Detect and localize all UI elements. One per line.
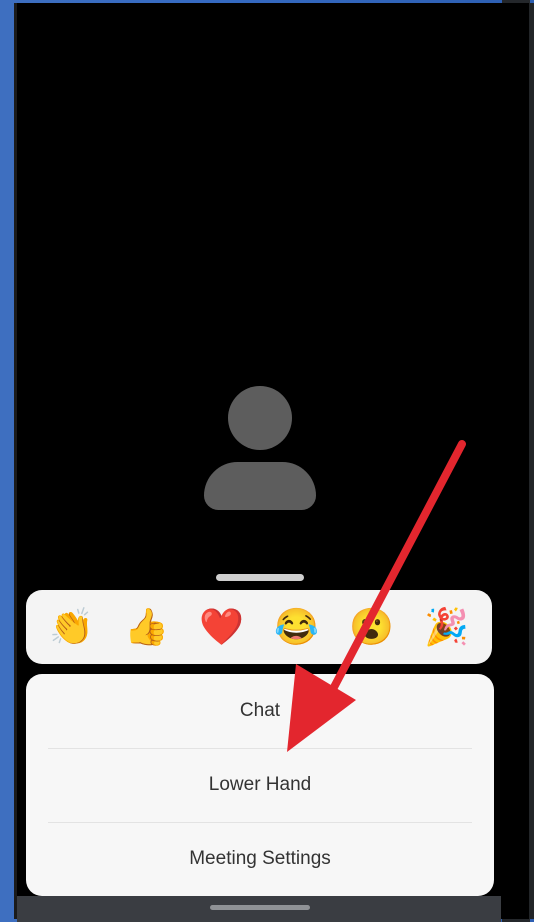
- reaction-bar: 👏 👍 ❤️ 😂 😮 🎉: [26, 590, 492, 664]
- tears-of-joy-reaction-button[interactable]: 😂: [270, 600, 324, 654]
- sheet-drag-handle[interactable]: [216, 574, 304, 581]
- avatar-head: [228, 386, 292, 450]
- lower-hand-label: Lower Hand: [208, 774, 312, 795]
- thumbs-up-reaction-button[interactable]: 👍: [120, 600, 174, 654]
- tears-of-joy-icon: 😂: [274, 606, 319, 647]
- surprised-reaction-button[interactable]: 😮: [345, 600, 399, 654]
- thumbs-up-icon: 👍: [124, 606, 169, 647]
- heart-icon: ❤️: [199, 606, 244, 647]
- meeting-settings-label: Meeting Settings: [189, 848, 331, 869]
- heart-reaction-button[interactable]: ❤️: [195, 600, 249, 654]
- avatar-body: [204, 462, 316, 510]
- more-options-menu: Chat Lower Hand Meeting Settings: [26, 674, 494, 896]
- chat-label: Chat: [239, 700, 281, 721]
- meeting-settings-menu-item[interactable]: Meeting Settings: [26, 822, 494, 896]
- chat-menu-item[interactable]: Chat: [26, 674, 494, 748]
- clap-reaction-button[interactable]: 👏: [45, 600, 99, 654]
- lower-hand-menu-item[interactable]: Lower Hand: [26, 748, 494, 822]
- surprised-icon: 😮: [349, 606, 394, 647]
- party-popper-icon: 🎉: [424, 606, 469, 647]
- party-reaction-button[interactable]: 🎉: [420, 600, 474, 654]
- home-indicator[interactable]: [210, 905, 310, 910]
- clap-icon: 👏: [49, 606, 94, 647]
